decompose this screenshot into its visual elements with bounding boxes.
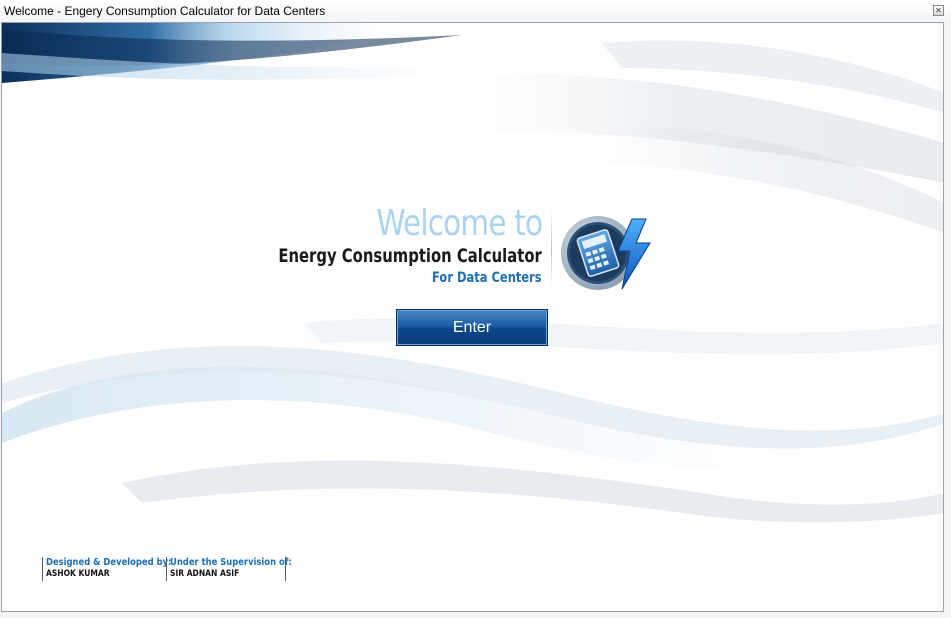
window-title: Welcome - Engery Consumption Calculator … <box>4 4 326 18</box>
welcome-heading: Welcome to <box>376 203 543 244</box>
supervisor-role: Under the Supervision of: <box>170 557 292 568</box>
app-logo: Welcome to Energy Consumption Calculator… <box>278 203 662 313</box>
app-subtitle: For Data Centers <box>432 270 542 286</box>
calculator-lightning-icon <box>561 216 651 290</box>
developer-name: ASHOK KUMAR <box>46 569 110 579</box>
supervisor-name: SIR ADNAN ASIF <box>170 569 240 579</box>
title-bar[interactable]: Welcome - Engery Consumption Calculator … <box>0 0 951 22</box>
developer-role: Designed & Developed by: <box>46 557 172 568</box>
credits-divider <box>285 557 286 581</box>
welcome-panel: Welcome to Energy Consumption Calculator… <box>1 22 944 612</box>
logo-divider <box>551 209 552 289</box>
close-icon[interactable]: ✕ <box>933 5 944 16</box>
supervisor-credit: Under the Supervision of: SIR ADNAN ASIF <box>166 557 315 581</box>
app-name: Energy Consumption Calculator <box>278 245 542 267</box>
enter-button[interactable]: Enter <box>396 309 548 346</box>
app-window: Welcome - Engery Consumption Calculator … <box>0 0 951 618</box>
